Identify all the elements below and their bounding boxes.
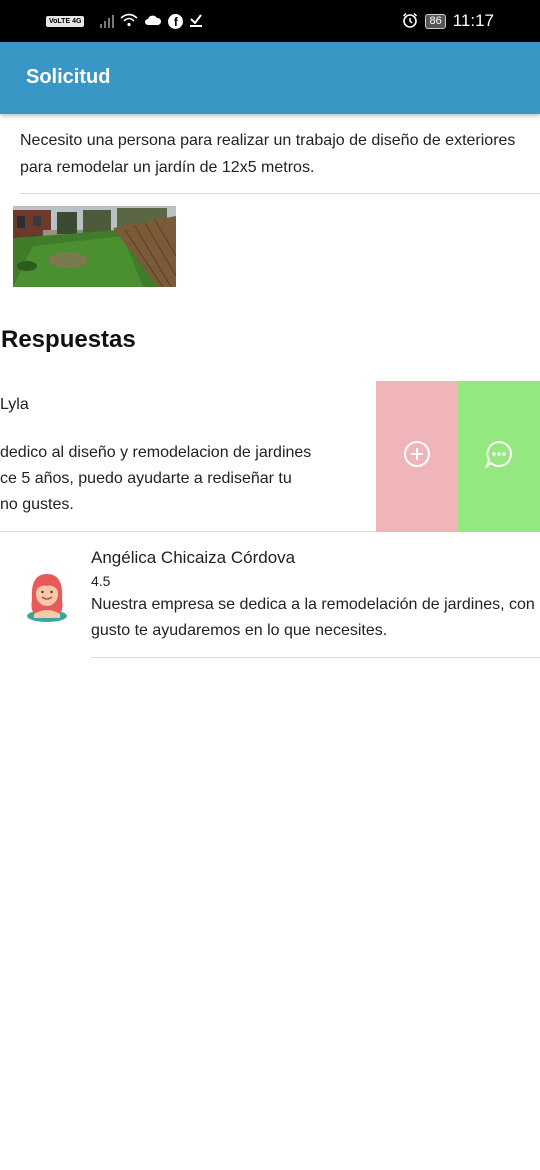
download-check-icon bbox=[189, 13, 203, 30]
status-left-icons: VoLTE 4G f bbox=[46, 10, 203, 32]
response-message: dedico al diseño y remodelacion de jardi… bbox=[0, 444, 312, 513]
responder-name: Lyla bbox=[0, 396, 29, 413]
divider bbox=[20, 193, 540, 194]
chat-bubble-icon bbox=[484, 439, 514, 474]
add-circle-icon bbox=[403, 440, 431, 473]
page-title: Solicitud bbox=[26, 66, 111, 88]
status-time: 11:17 bbox=[452, 11, 494, 30]
add-button[interactable] bbox=[376, 381, 458, 532]
response-message: Nuestra empresa se dedica a la remodelac… bbox=[91, 596, 535, 639]
responder-name: Angélica Chicaiza Córdova bbox=[91, 548, 296, 567]
divider bbox=[91, 657, 540, 658]
network-badge: VoLTE 4G bbox=[46, 15, 85, 27]
responder-rating: 4.5 bbox=[91, 573, 111, 589]
garden-photo[interactable] bbox=[13, 206, 176, 287]
responses-heading: Respuestas bbox=[1, 326, 136, 353]
app-bar: Solicitud bbox=[0, 42, 540, 114]
divider bbox=[0, 531, 376, 532]
request-description: Necesito una persona para realizar un tr… bbox=[20, 132, 516, 176]
battery-icon: 86 bbox=[425, 13, 446, 29]
alarm-icon bbox=[402, 12, 418, 31]
wifi-icon bbox=[120, 13, 138, 30]
facebook-icon: f bbox=[168, 13, 184, 29]
avatar-icon bbox=[24, 570, 70, 622]
status-bar: VoLTE 4G f 86 11:17 bbox=[0, 0, 540, 42]
list-item[interactable]: Lyla dedico al diseño y remodelacion de … bbox=[0, 381, 376, 532]
chat-button[interactable] bbox=[458, 381, 540, 532]
status-right-icons: 86 11:17 bbox=[402, 10, 494, 32]
cloud-icon bbox=[144, 14, 162, 29]
signal-icon bbox=[100, 14, 115, 28]
